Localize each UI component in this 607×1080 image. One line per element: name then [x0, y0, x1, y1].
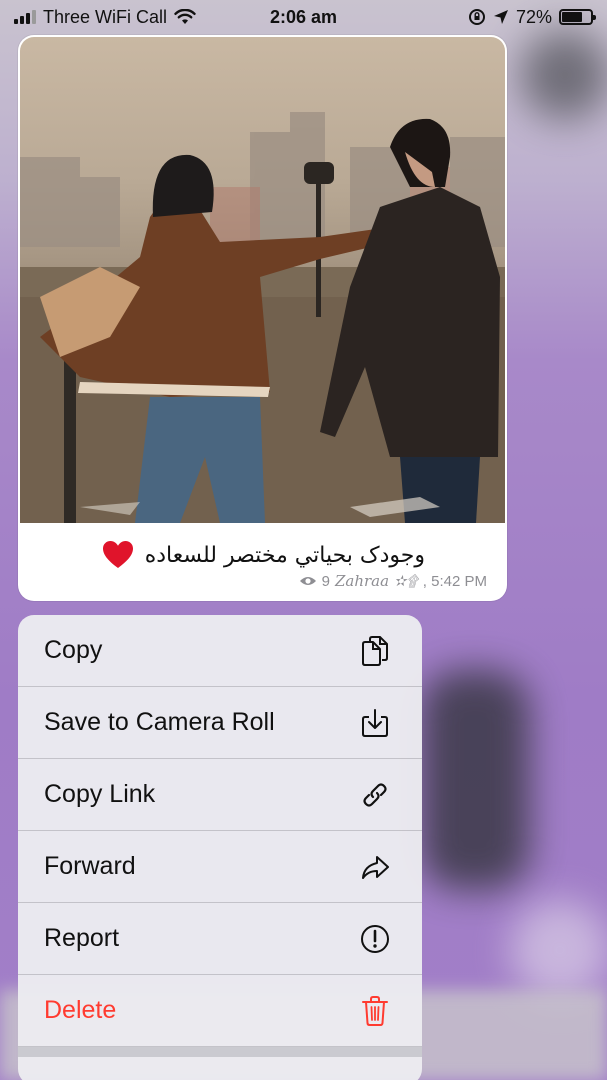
exclamation-circle-icon [361, 924, 389, 953]
blurred-background-shape [420, 670, 530, 890]
link-icon [363, 782, 387, 807]
forward-arrow-icon [362, 855, 389, 879]
message-time: , 5:42 PM [422, 572, 487, 590]
menu-section-divider [18, 1047, 422, 1057]
menu-item-report[interactable]: Report [18, 903, 422, 975]
status-right: 72% [468, 6, 596, 28]
menu-item-copy[interactable]: Copy [18, 615, 422, 687]
menu-item-label: Forward [44, 852, 136, 880]
couple-on-rooftop-photo [20, 112, 505, 523]
menu-item-delete[interactable]: Delete [18, 975, 422, 1047]
location-icon [493, 10, 508, 24]
wifi-icon [174, 9, 196, 24]
context-menu: Copy Save to Camera Roll Copy Link Forwa… [18, 615, 422, 1080]
orientation-lock-icon [468, 9, 485, 25]
menu-item-label: Copy [44, 636, 103, 664]
menu-item-label: Report [44, 924, 120, 952]
copy-icon [362, 635, 388, 666]
status-left: Three WiFi Call [14, 7, 196, 28]
download-icon [362, 708, 388, 737]
menu-item-forward[interactable]: Forward [18, 831, 422, 903]
menu-item-label: Save to Camera Roll [44, 708, 275, 736]
message-author: Zahraa ✫۩ [334, 572, 418, 590]
menu-item-label: Delete [44, 996, 117, 1024]
signal-icon [14, 10, 36, 24]
message-bubble[interactable]: وجودک بحياتي مختصر للسعاده 9 Zahraa ✫۩ ,… [18, 35, 507, 601]
battery-percent: 72% [515, 6, 552, 27]
blurred-avatar [520, 30, 607, 120]
menu-item-save-to-camera-roll[interactable]: Save to Camera Roll [18, 687, 422, 759]
blurred-background-shape [510, 900, 607, 1000]
battery-level [562, 12, 583, 22]
status-bar: Three WiFi Call 2:06 am 72% [0, 0, 607, 34]
trash-icon [362, 995, 388, 1026]
carrier-label: Three WiFi Call [43, 6, 168, 27]
message-meta: 9 Zahraa ✫۩ , 5:42 PM [299, 572, 487, 590]
menu-item-label: Copy Link [44, 780, 156, 808]
caption-row: وجودک بحياتي مختصر للسعاده [18, 535, 507, 575]
message-caption: وجودک بحياتي مختصر للسعاده [144, 542, 425, 568]
menu-item-copy-link[interactable]: Copy Link [18, 759, 422, 831]
message-photo[interactable] [20, 37, 505, 523]
eye-icon [299, 577, 316, 585]
red-heart-icon [102, 541, 133, 568]
view-count: 9 [321, 572, 330, 590]
battery-icon [559, 9, 596, 25]
